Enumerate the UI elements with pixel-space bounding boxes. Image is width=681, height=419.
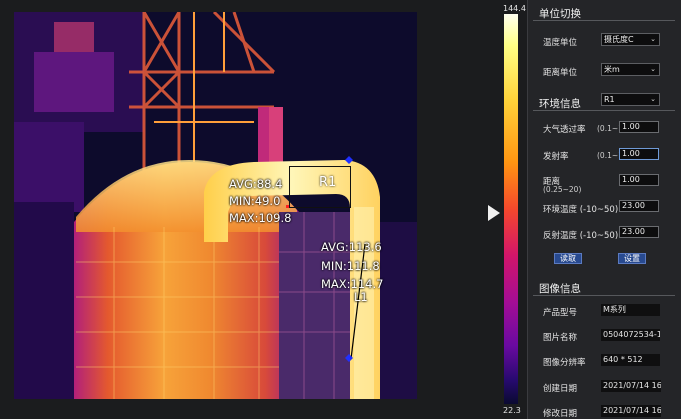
model-label: 产品型号 — [543, 308, 578, 318]
color-scale-bar — [504, 14, 518, 404]
image-name-value: 0504072534-1R — [601, 329, 660, 341]
env-target-select[interactable]: R1 ⌄ — [601, 93, 660, 106]
dist-unit-value: 米m — [604, 65, 620, 74]
divider — [533, 110, 675, 111]
chevron-down-icon: ⌄ — [650, 95, 656, 103]
scale-min-label: 22.3 — [503, 406, 521, 415]
temp-unit-value: 摄氏度C — [604, 35, 634, 44]
transmittance-input[interactable]: 1.00 — [619, 121, 659, 133]
distance-input[interactable]: 1.00 — [619, 174, 659, 186]
divider — [533, 295, 675, 296]
emissivity-input[interactable]: 1.00 — [619, 148, 659, 160]
image-name-label: 图片名称 — [543, 333, 578, 343]
created-date-label: 创建日期 — [543, 384, 578, 394]
modified-date-label: 修改日期 — [543, 409, 578, 419]
scale-max-label: 144.4 — [503, 4, 526, 13]
read-button[interactable]: 读取 — [554, 253, 582, 264]
temp-unit-select[interactable]: 摄氏度C ⌄ — [601, 33, 660, 46]
resolution-label: 图像分辨率 — [543, 358, 586, 368]
roi-label: R1 — [319, 175, 337, 190]
ambient-temp-label: 环境温度 (-10~50) — [543, 205, 619, 215]
reflected-temp-label: 反射温度 (-10~50) — [543, 231, 619, 241]
reflected-temp-input[interactable]: 23.00 — [619, 226, 659, 238]
roi-avg: AVG:88.4 — [229, 177, 283, 191]
env-target-value: R1 — [604, 95, 615, 104]
image-info-title: 图像信息 — [539, 283, 581, 295]
env-title: 环境信息 — [539, 98, 581, 110]
thermal-image[interactable]: R1 AVG:88.4 MIN:49.0 MAX:109.8 AVG:113.6… — [14, 12, 417, 399]
temp-unit-label: 温度单位 — [543, 38, 578, 48]
play-icon[interactable] — [488, 205, 500, 221]
line-label: L1 — [354, 290, 368, 304]
roi-min: MIN:49.0 — [229, 194, 281, 208]
transmittance-label: 大气透过率 — [543, 125, 586, 135]
modified-date-value: 2021/07/14 16:5 — [601, 405, 661, 417]
ambient-temp-input[interactable]: 23.00 — [619, 200, 659, 212]
model-value: M系列 — [601, 304, 660, 316]
set-button[interactable]: 设置 — [618, 253, 646, 264]
created-date-value: 2021/07/14 16:5 — [601, 380, 661, 392]
thermal-scene — [14, 12, 417, 399]
dist-unit-label: 距离单位 — [543, 68, 578, 78]
chevron-down-icon: ⌄ — [650, 65, 656, 73]
resolution-value: 640 * 512 — [601, 354, 660, 366]
divider — [533, 20, 675, 21]
emissivity-label: 发射率 — [543, 152, 569, 162]
dist-unit-select[interactable]: 米m ⌄ — [601, 63, 660, 76]
distance-hint: (0.25~20) — [543, 185, 582, 194]
line-min: MIN:111.8 — [321, 259, 380, 273]
units-title: 单位切换 — [539, 8, 581, 20]
chevron-down-icon: ⌄ — [650, 35, 656, 43]
thermal-viewer: R1 AVG:88.4 MIN:49.0 MAX:109.8 AVG:113.6… — [0, 0, 526, 419]
roi-max: MAX:109.8 — [229, 211, 292, 225]
line-max: MAX:114.7 — [321, 277, 384, 291]
line-avg: AVG:113.6 — [321, 240, 382, 254]
